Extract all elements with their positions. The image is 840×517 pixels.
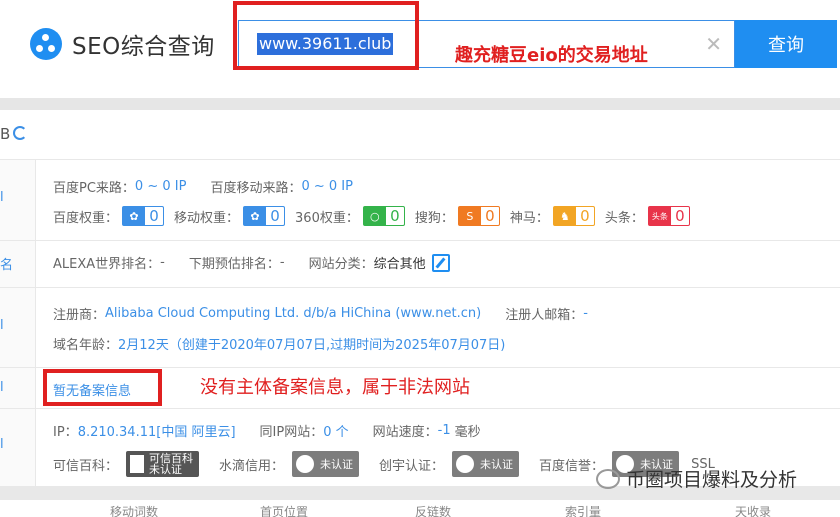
col-index: 索引量 <box>565 505 602 517</box>
row-label: l <box>0 380 4 395</box>
traffic-line: 百度PC来路： 0 ~ 0 IP 百度移动来路： 0 ~ 0 IP <box>53 177 353 196</box>
360-weight-badge[interactable]: ○ 0 <box>362 206 405 226</box>
category-label: 网站分类： <box>308 257 374 272</box>
alexa-label: ALEXA世界排名： <box>53 257 161 272</box>
annotation-address: 趣充糖豆eio的交易地址 <box>455 45 648 66</box>
beian-highlight-box <box>43 369 162 406</box>
speed-unit: 毫秒 <box>454 425 481 440</box>
mobile-traffic-label: 百度移动来路： <box>210 181 302 196</box>
same-ip-label: 同IP网站： <box>259 425 324 440</box>
wechat-icon <box>596 468 620 489</box>
baidu-weight-badge[interactable]: ✿ 0 <box>122 206 165 226</box>
row-label: l <box>0 190 4 205</box>
shuidi-label: 水滴信用： <box>219 458 285 474</box>
mobile-weight-label: 移动权重： <box>174 210 240 226</box>
header: SEO综合查询 www.39611.club ✕ 查询 <box>0 0 840 98</box>
v-badge-icon <box>456 455 475 473</box>
col-backlinks: 反链数 <box>415 505 452 517</box>
col-mobile-words: 移动词数 <box>110 505 159 517</box>
domain-row: B <box>0 110 840 160</box>
baidu-weight-label: 百度权重： <box>53 210 119 226</box>
col-daily-index: 天收录 <box>735 505 772 517</box>
toutiao-label: 头条： <box>604 210 644 226</box>
weights-line: 百度权重： ✿ 0 移动权重： ✿ 0 360权重： ○ 0 搜狗： S0 神马： ♞… <box>53 206 690 226</box>
registrar-line: 注册商： Alibaba Cloud Computing Ltd. d/b/a … <box>53 304 588 323</box>
360-weight-label: 360权重： <box>295 210 359 226</box>
category-value: 综合其他 <box>373 257 426 272</box>
baidu-credit-label: 百度信誉： <box>539 458 605 474</box>
domain-age-line: 域名年龄： 2月12天（创建于2020年07月07日,过期时间为2025年07月… <box>53 334 505 353</box>
edit-icon[interactable] <box>431 253 450 272</box>
next-rank-label: 下期预估排名： <box>188 257 280 272</box>
close-icon[interactable]: ✕ <box>705 32 722 56</box>
row-label: l <box>0 437 4 452</box>
row-label: l <box>0 318 4 333</box>
logo-icon <box>30 28 62 60</box>
chuangyu-label: 创宇认证： <box>379 458 445 474</box>
paw-icon: ✿ <box>123 207 146 225</box>
registrar-value[interactable]: Alibaba Cloud Computing Ltd. d/b/a HiChi… <box>105 306 481 321</box>
speed-label: 网站速度： <box>372 425 438 440</box>
shuidi-cert[interactable]: 未认证 <box>292 451 360 477</box>
whois-row: l 注册商： Alibaba Cloud Computing Ltd. d/b/… <box>0 288 840 368</box>
col-home-position: 首页位置 <box>260 505 309 517</box>
alexa-value: - <box>160 255 165 270</box>
registrar-label: 注册商： <box>53 308 106 323</box>
shenma-badge[interactable]: ♞ 0 <box>552 206 595 226</box>
shenma-icon: ♞ <box>553 207 576 225</box>
search-button[interactable]: 查询 <box>735 20 837 68</box>
refresh-icon[interactable] <box>13 126 27 140</box>
same-ip-value[interactable]: 0 个 <box>323 421 348 440</box>
sogou-label: 搜狗： <box>414 210 454 226</box>
pc-traffic-value[interactable]: 0 ~ 0 IP <box>135 179 187 194</box>
divider <box>0 98 840 110</box>
shenma-label: 神马： <box>509 210 549 226</box>
kexin-icon <box>130 455 145 473</box>
search-highlight-box <box>233 1 419 70</box>
logo-title: SEO综合查询 <box>72 34 215 60</box>
kexin-label: 可信百科： <box>53 458 119 474</box>
row-label: 名 <box>0 258 14 273</box>
sogou-badge[interactable]: S0 <box>457 206 500 226</box>
stats-header: 移动词数 首页位置 反链数 索引量 天收录 <box>0 503 840 517</box>
360-icon: ○ <box>363 207 386 225</box>
toutiao-badge[interactable]: 头条 0 <box>647 206 690 226</box>
domain-label: B <box>0 125 11 143</box>
ip-value[interactable]: 8.210.34.11[中国 阿里云] <box>78 421 236 440</box>
email-value[interactable]: - <box>583 306 588 321</box>
paw-icon: ✿ <box>244 207 267 225</box>
sogou-icon: S <box>458 207 481 225</box>
water-drop-icon <box>296 455 315 473</box>
logo[interactable]: SEO综合查询 <box>30 27 215 61</box>
mobile-weight-badge[interactable]: ✿ 0 <box>243 206 286 226</box>
watermark: 币圈项目爆料及分析 <box>596 465 797 492</box>
chuangyu-cert[interactable]: 未认证 <box>452 451 520 477</box>
kexin-cert[interactable]: 可信百科 未认证 <box>126 451 200 477</box>
pc-traffic-label: 百度PC来路： <box>53 181 135 196</box>
email-label: 注册人邮箱： <box>505 308 584 323</box>
ip-line: IP： 8.210.34.11[中国 阿里云] 同IP网站： 0 个 网站速度：… <box>53 421 481 440</box>
annotation-illegal: 没有主体备案信息，属于非法网站 <box>200 377 470 398</box>
toutiao-icon: 头条 <box>648 207 671 225</box>
alexa-row: 名 ALEXA世界排名： - 下期预估排名： - 网站分类： 综合其他 <box>0 241 840 288</box>
mobile-traffic-value[interactable]: 0 ~ 0 IP <box>301 179 353 194</box>
speed-value[interactable]: -1 <box>438 423 451 438</box>
alexa-line: ALEXA世界排名： - 下期预估排名： - 网站分类： 综合其他 <box>53 253 450 272</box>
next-rank-value: - <box>279 255 285 270</box>
traffic-row: l 百度PC来路： 0 ~ 0 IP 百度移动来路： 0 ~ 0 IP 百度权重… <box>0 160 840 241</box>
ip-label: IP： <box>53 425 78 440</box>
domain-age-label: 域名年龄： <box>53 338 119 353</box>
domain-age-value[interactable]: 2月12天（创建于2020年07月07日,过期时间为2025年07月07日) <box>118 334 505 353</box>
